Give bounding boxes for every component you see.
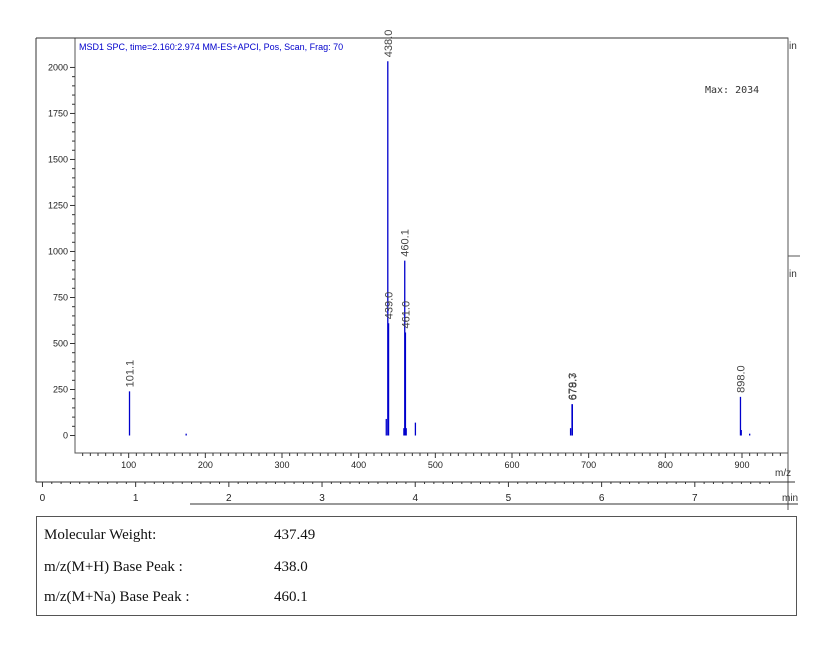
y-tick-label: 1750 bbox=[48, 108, 68, 118]
y-tick-label: 1000 bbox=[48, 246, 68, 256]
peak-label: 461.0 bbox=[400, 301, 412, 329]
x-tick-label: 100 bbox=[121, 460, 136, 470]
x-tick-label: 600 bbox=[504, 460, 519, 470]
max-annotation: Max: 2034 bbox=[705, 85, 759, 96]
time-tick-label: 0 bbox=[40, 493, 46, 504]
y-tick-label: 250 bbox=[53, 385, 68, 395]
mh-base-peak-label: m/z(M+H) Base Peak : bbox=[44, 559, 183, 575]
peak-label: 460.1 bbox=[400, 229, 412, 257]
plot-frame bbox=[74, 37, 789, 454]
y-tick-label: 1500 bbox=[48, 154, 68, 164]
time-tick-label: 5 bbox=[506, 493, 512, 504]
y-tick-label: 0 bbox=[63, 431, 68, 441]
molecular-weight-row: Molecular Weight: 437.49 bbox=[37, 527, 796, 555]
mna-base-peak-row: m/z(M+Na) Base Peak : 460.1 bbox=[37, 589, 796, 617]
right-label-lower: in bbox=[789, 269, 797, 280]
peak-label: 678.7 bbox=[567, 373, 579, 401]
mna-base-peak-value: 460.1 bbox=[274, 589, 308, 605]
peak-label: 898.0 bbox=[735, 365, 747, 393]
x-tick-label: 400 bbox=[351, 460, 366, 470]
compound-info-box: Molecular Weight: 437.49 m/z(M+H) Base P… bbox=[36, 516, 797, 616]
time-tick-label: 3 bbox=[319, 493, 325, 504]
x-tick-label: 700 bbox=[581, 460, 596, 470]
right-label-upper: in bbox=[789, 41, 797, 52]
x-tick-label: 300 bbox=[274, 460, 289, 470]
peak-label: 438.0 bbox=[383, 30, 395, 58]
time-tick-label: 6 bbox=[599, 493, 605, 504]
chart-title: MSD1 SPC, time=2.160:2.974 MM-ES+APCI, P… bbox=[79, 42, 343, 52]
x-axis-unit-label: m/z bbox=[775, 468, 791, 479]
y-tick-label: 500 bbox=[53, 338, 68, 348]
x-tick-label: 500 bbox=[428, 460, 443, 470]
x-tick-label: 200 bbox=[198, 460, 213, 470]
time-tick-label: 4 bbox=[412, 493, 418, 504]
x-tick-label: 800 bbox=[658, 460, 673, 470]
mna-base-peak-label: m/z(M+Na) Base Peak : bbox=[44, 589, 190, 605]
x-tick-label: 900 bbox=[734, 460, 749, 470]
y-tick-label: 750 bbox=[53, 292, 68, 302]
mh-base-peak-value: 438.0 bbox=[274, 559, 308, 575]
time-tick-label: 2 bbox=[226, 493, 232, 504]
mh-base-peak-row: m/z(M+H) Base Peak : 438.0 bbox=[37, 559, 796, 587]
time-tick-label: 7 bbox=[692, 493, 698, 504]
peak-label: 101.1 bbox=[125, 360, 137, 388]
time-axis-unit-label: min bbox=[782, 493, 798, 504]
y-tick-label: 1250 bbox=[48, 200, 68, 210]
peak-label: 439.0 bbox=[384, 292, 396, 320]
time-tick-label: 1 bbox=[133, 493, 139, 504]
y-tick-label: 2000 bbox=[48, 62, 68, 72]
mass-spectrum-chart: MSD1 SPC, time=2.160:2.974 MM-ES+APCI, P… bbox=[35, 30, 800, 510]
molecular-weight-label: Molecular Weight: bbox=[44, 527, 157, 543]
molecular-weight-value: 437.49 bbox=[274, 527, 316, 543]
